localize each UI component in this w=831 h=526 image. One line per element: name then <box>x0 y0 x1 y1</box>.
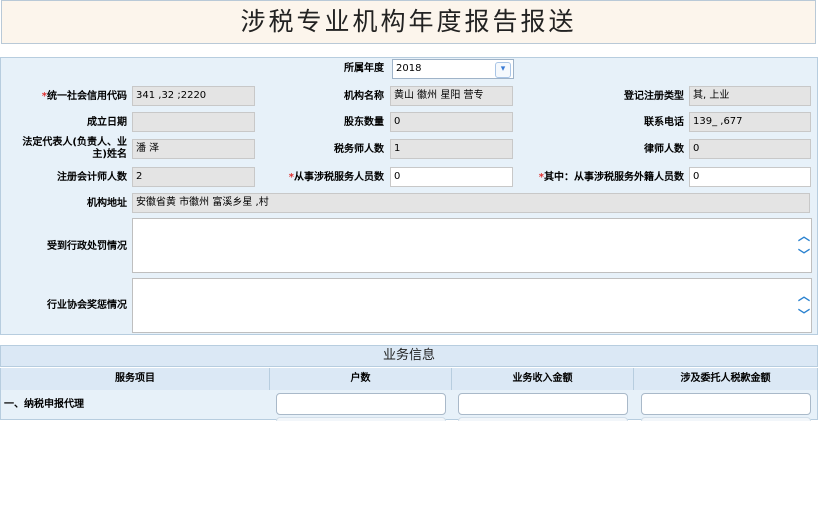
chevron-up-icon[interactable]: ︿ <box>798 230 810 242</box>
legal-rep-field[interactable]: 潘 泽 <box>132 139 255 159</box>
org-name-field[interactable]: 黄山 徽州 星阳 营专 <box>390 86 513 106</box>
reg-type-label: 登记注册类型 <box>624 91 684 102</box>
awards-label: 行业协会奖惩情况 <box>47 300 127 311</box>
next-row-input-partial[interactable] <box>276 417 446 421</box>
year-label: 所属年度 <box>344 63 384 74</box>
tax-staff-label: *从事涉税服务人员数 <box>288 172 384 183</box>
shareholders-field[interactable]: 0 <box>390 112 513 132</box>
legal-rep-label: 法定代表人(负责人、业 主)姓名 <box>22 137 127 160</box>
service-item-name: 一、纳税申报代理 <box>4 399 84 410</box>
tax-staff-field[interactable]: 0 <box>390 167 513 187</box>
awards-textarea[interactable]: ︿ ﹀ <box>132 278 812 333</box>
outsourced-staff-field[interactable]: 0 <box>689 167 811 187</box>
phone-field[interactable]: 139_ ,677 <box>689 112 811 132</box>
year-value: 2018 <box>396 63 422 74</box>
outsourced-staff-label: *其中：从事涉税服务外籍人员数 <box>538 172 684 183</box>
shareholders-label: 股东数量 <box>344 117 384 128</box>
tax-agents-field[interactable]: 1 <box>390 139 513 159</box>
tax-agents-label: 税务师人数 <box>334 144 384 155</box>
next-row-input-partial[interactable] <box>458 417 628 421</box>
business-info-header: 业务信息 <box>0 345 818 367</box>
penalty-label: 受到行政处罚情况 <box>47 241 127 252</box>
next-row-input-partial[interactable] <box>641 417 811 421</box>
revenue-input[interactable] <box>458 393 628 415</box>
households-input[interactable] <box>276 393 446 415</box>
cpa-label: 注册会计师人数 <box>57 172 127 183</box>
penalty-textarea[interactable]: ︿ ﹀ <box>132 218 812 273</box>
credit-code-label: *统一社会信用代码 <box>41 91 127 102</box>
chevron-up-icon[interactable]: ︿ <box>798 290 810 302</box>
founded-field[interactable] <box>132 112 255 132</box>
client-tax-input[interactable] <box>641 393 811 415</box>
founded-label: 成立日期 <box>87 117 127 128</box>
phone-label: 联系电话 <box>644 117 684 128</box>
address-label: 机构地址 <box>87 198 127 209</box>
lawyers-field[interactable]: 0 <box>689 139 811 159</box>
org-name-label: 机构名称 <box>344 91 384 102</box>
chevron-down-icon: ▾ <box>495 62 511 78</box>
col-households: 户数 <box>270 368 452 390</box>
address-field[interactable]: 安徽省黄 市徽州 富溪乡星 ,村 <box>132 193 810 213</box>
chevron-down-icon[interactable]: ﹀ <box>798 249 810 261</box>
lawyers-label: 律师人数 <box>644 144 684 155</box>
col-client-tax: 涉及委托人税款金额 <box>634 368 818 390</box>
col-service-item: 服务项目 <box>0 368 270 390</box>
cpa-field[interactable]: 2 <box>132 167 255 187</box>
page-title: 涉税专业机构年度报告报送 <box>1 0 816 44</box>
credit-code-field[interactable]: 341 ,32 ;2220 <box>132 86 255 106</box>
year-select[interactable]: 2018 ▾ <box>392 59 514 79</box>
chevron-down-icon[interactable]: ﹀ <box>798 309 810 321</box>
reg-type-field[interactable]: 其, 上业 <box>689 86 811 106</box>
col-revenue: 业务收入金额 <box>452 368 634 390</box>
